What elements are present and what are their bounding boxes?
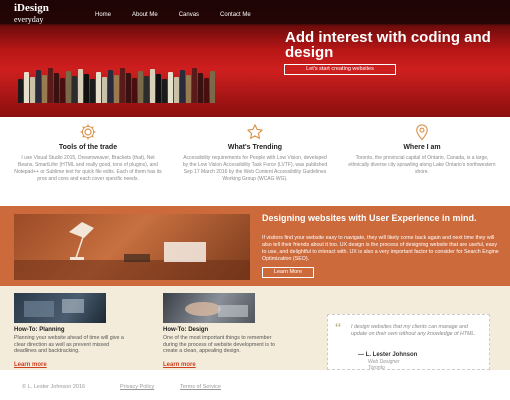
book-spine [114,75,119,103]
book-spine [102,77,107,103]
book-spine [186,75,191,103]
star-icon [247,124,263,139]
bookshelf-image [18,67,216,103]
book-spine [30,77,35,103]
book-spine [90,79,95,103]
card-design-link[interactable]: Learn more [163,362,196,368]
planning-image [14,293,106,323]
feature-tools-text: I use Visual Studio 2015, Dreamweaver, B… [14,155,162,182]
book-spine [150,69,155,103]
feature-location: Where I am Toronto, the provincial capit… [342,123,502,176]
card-design-title: How-To: Design [163,327,209,333]
book-spine [36,70,41,103]
nav-about[interactable]: About Me [132,12,158,18]
book-spine [54,73,59,103]
book-spine [180,70,185,103]
card-design-text: One of the most important things to reme… [163,335,275,354]
book-spine [18,79,23,103]
top-nav: iDesign everyday Home About Me Canvas Co… [0,0,510,24]
book-spine [168,72,173,103]
quote-mark-icon: “ [335,321,342,336]
header-banner: iDesign everyday Home About Me Canvas Co… [0,0,510,117]
terms-of-service-link[interactable]: Terms of Service [180,384,221,390]
book-spine [126,73,131,103]
location-pin-icon [416,124,428,141]
book-spine [162,79,167,103]
book-spine [144,76,149,103]
desk-lamp-image [14,214,250,280]
quote-text: I design websites that my clients can ma… [351,324,476,337]
privacy-policy-link[interactable]: Privacy Policy [120,384,154,390]
testimonial-card: “ I design websites that my clients can … [327,314,490,371]
feature-trending-text: Accessibility requirements for People wi… [182,155,328,182]
book-spine [198,73,203,103]
book-spine [138,71,143,103]
book-spine [210,71,215,103]
feature-location-text: Toronto, the provincial capital of Ontar… [348,155,496,175]
logo-line2: everyday [14,15,44,24]
book-spine [108,70,113,103]
book-spine [24,72,29,103]
ux-learn-more-button[interactable]: Learn More [262,267,314,278]
book-spine [96,72,101,103]
nav-home[interactable]: Home [95,12,111,18]
book-spine [156,74,161,103]
gear-icon [80,124,96,140]
feature-trending-title: What's Trending [227,144,283,151]
hero-cta-button[interactable]: Let's start creating websites [284,64,396,75]
book-spine [84,74,89,103]
card-planning-link[interactable]: Learn more [14,362,47,368]
book-spine [120,68,125,103]
feature-location-title: Where I am [403,144,441,151]
nav-canvas[interactable]: Canvas [179,12,199,18]
book-spine [174,77,179,103]
book-spine [60,78,65,103]
feature-tools: Tools of the trade I use Visual Studio 2… [8,123,168,183]
logo[interactable]: iDesign everyday [14,2,49,25]
book-spine [48,68,53,103]
book-spine [132,78,137,103]
feature-trending: What's Trending Accessibility requiremen… [175,123,335,183]
ux-title: Designing websites with User Experience … [262,213,477,223]
book-spine [78,69,83,103]
design-image [163,293,255,323]
hero-title: Add interest with coding and design [285,29,491,61]
logo-line1: iDesign [14,2,49,14]
card-planning-text: Planning your website ahead of time will… [14,335,124,354]
ux-text: If visitors find your website easy to na… [262,235,499,262]
footer: © L. Lester Johnson 2016 Privacy Policy … [0,370,510,400]
book-spine [204,78,209,103]
book-spine [42,75,47,103]
book-spine [192,68,197,103]
book-spine [66,71,71,103]
card-planning-title: How-To: Planning [14,327,65,333]
nav-contact[interactable]: Contact Me [220,12,251,18]
feature-tools-title: Tools of the trade [58,144,118,151]
copyright-text: © L. Lester Johnson 2016 [22,384,86,390]
book-spine [72,76,77,103]
quote-author: — L. Lester Johnson [358,352,418,358]
